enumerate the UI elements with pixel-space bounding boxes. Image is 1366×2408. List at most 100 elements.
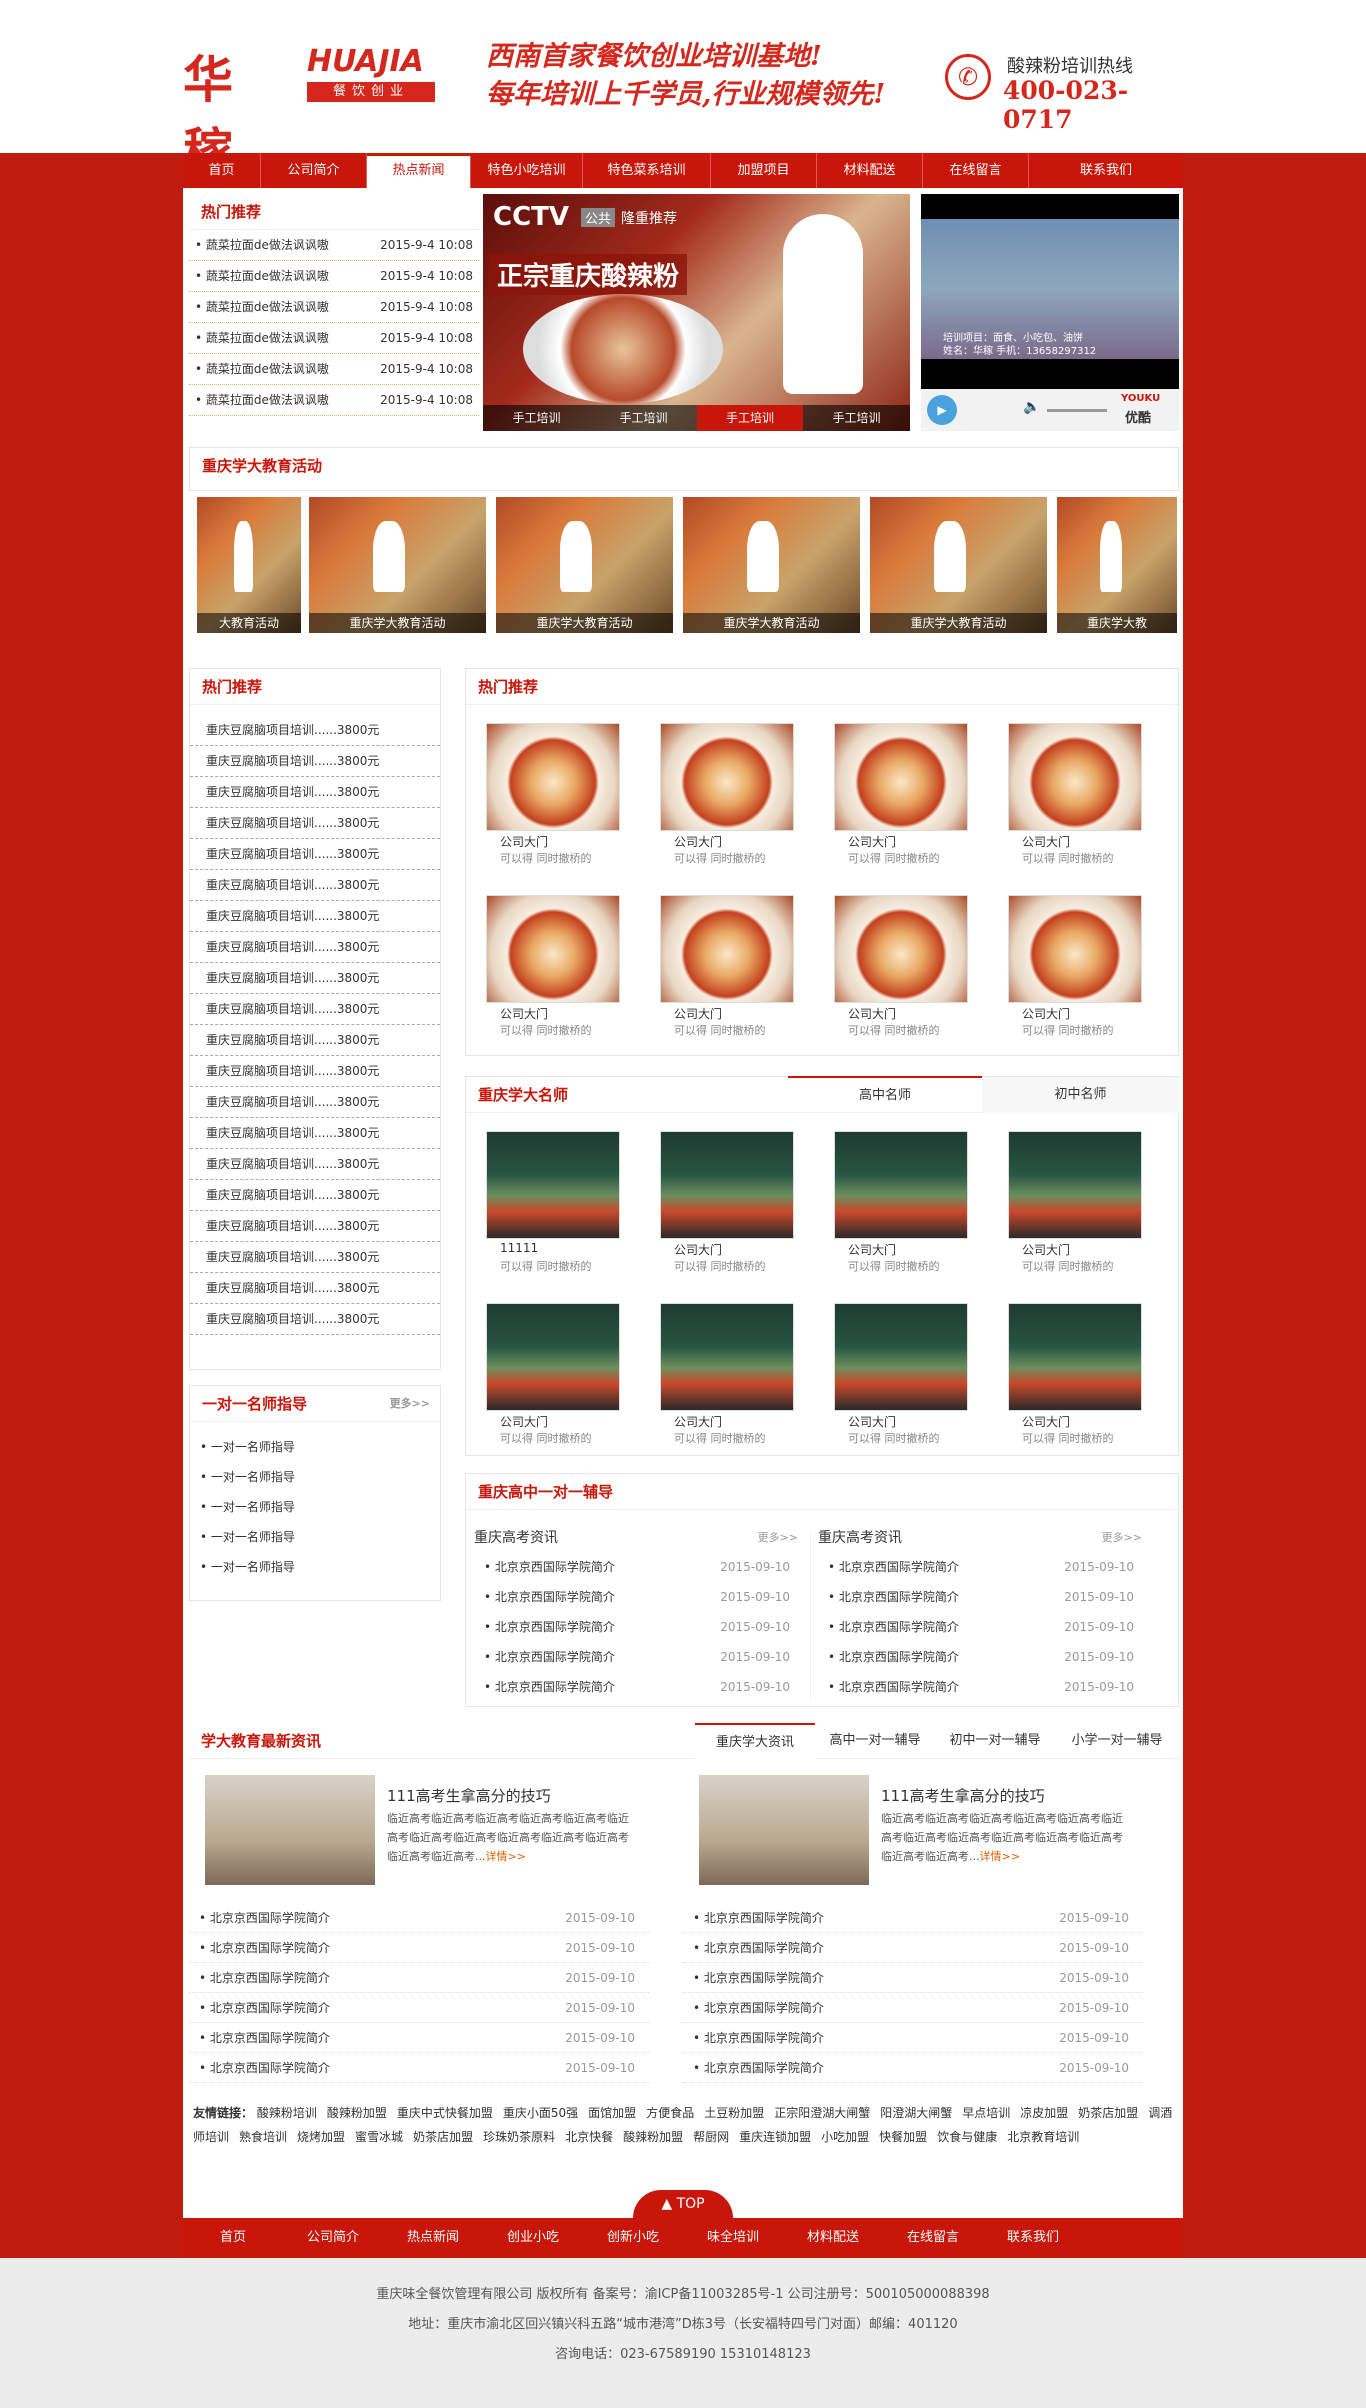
feature-article-right[interactable]: 111高考生拿高分的技巧 临近高考临近高考临近高考临近高考临近高考临近高考临近高… xyxy=(699,1775,1159,1885)
grid-card[interactable]: 公司大门 可以得 同时撤桥的 xyxy=(1008,1303,1142,1453)
grid-card[interactable]: 11111 可以得 同时撤桥的 xyxy=(486,1131,620,1281)
friend-link[interactable]: 重庆连锁加盟 xyxy=(739,2130,811,2144)
tutoring-item[interactable]: • 北京京西国际学院简介 2015-09-10 xyxy=(474,1582,804,1612)
friend-link[interactable]: 帮厨网 xyxy=(693,2130,729,2144)
mentor-item[interactable]: • 一对一名师指导 xyxy=(190,1432,440,1462)
grid-card[interactable]: 公司大门 可以得 同时撤桥的 xyxy=(486,895,620,1045)
footer-nav-item[interactable]: 创业小吃 xyxy=(483,2218,583,2258)
tutoring-item[interactable]: • 北京京西国际学院简介 2015-09-10 xyxy=(474,1642,804,1672)
latest-item[interactable]: • 北京京西国际学院简介 2015-09-10 xyxy=(683,1903,1143,1933)
news-row[interactable]: • 蔬菜拉面de做法讽讽嗷 2015-9-4 10:08 xyxy=(189,354,479,385)
friend-link[interactable]: 重庆小面50强 xyxy=(503,2106,578,2120)
friend-link[interactable]: 早点培训 xyxy=(962,2106,1010,2120)
footer-nav-item[interactable]: 热点新闻 xyxy=(383,2218,483,2258)
footer-nav-item[interactable]: 创新小吃 xyxy=(583,2218,683,2258)
nav-contact[interactable]: 联系我们 xyxy=(1029,153,1183,188)
friend-link[interactable]: 重庆中式快餐加盟 xyxy=(397,2106,493,2120)
tab-latest-1[interactable]: 重庆学大资讯 xyxy=(695,1723,815,1759)
footer-nav-item[interactable]: 首页 xyxy=(183,2218,283,2258)
nav-cuisine-training[interactable]: 特色菜系培训 xyxy=(583,153,711,188)
tab-junior-teachers[interactable]: 初中名师 xyxy=(982,1077,1179,1113)
friend-link[interactable]: 凉皮加盟 xyxy=(1020,2106,1068,2120)
grid-card[interactable]: 公司大门 可以得 同时撤桥的 xyxy=(660,1303,794,1453)
activity-photo[interactable]: 重庆学大教育活动 xyxy=(683,497,860,633)
grid-card[interactable]: 公司大门 可以得 同时撤桥的 xyxy=(660,895,794,1045)
nav-about[interactable]: 公司简介 xyxy=(261,153,367,188)
news-row[interactable]: • 蔬菜拉面de做法讽讽嗷 2015-9-4 10:08 xyxy=(189,385,479,416)
footer-nav-item[interactable]: 在线留言 xyxy=(883,2218,983,2258)
list-item[interactable]: 重庆豆腐脑项目培训......3800元 xyxy=(190,963,440,994)
friend-link[interactable]: 奶茶店加盟 xyxy=(413,2130,473,2144)
volume-icon[interactable]: 🔈 xyxy=(1023,399,1040,415)
list-item[interactable]: 重庆豆腐脑项目培训......3800元 xyxy=(190,1087,440,1118)
friend-link[interactable]: 北京快餐 xyxy=(565,2130,613,2144)
main-banner[interactable]: CCTV 公共 隆重推荐 正宗重庆酸辣粉 手工培训 手工培训 手工培训 手工培训 xyxy=(483,194,910,431)
grid-card[interactable]: 公司大门 可以得 同时撤桥的 xyxy=(834,895,968,1045)
latest-item[interactable]: • 北京京西国际学院简介 2015-09-10 xyxy=(189,1933,649,1963)
tutoring-item[interactable]: • 北京京西国际学院简介 2015-09-10 xyxy=(474,1672,804,1702)
nav-hot-news[interactable]: 热点新闻 xyxy=(367,156,471,188)
activity-photo[interactable]: 重庆学大教育活动 xyxy=(309,497,486,633)
tutoring-item[interactable]: • 北京京西国际学院简介 2015-09-10 xyxy=(474,1552,804,1582)
list-item[interactable]: 重庆豆腐脑项目培训......3800元 xyxy=(190,1273,440,1304)
tab-latest-3[interactable]: 初中一对一辅导 xyxy=(935,1723,1055,1759)
tutoring-more-link[interactable]: 更多>> xyxy=(1102,1524,1142,1552)
grid-card[interactable]: 公司大门 可以得 同时撤桥的 xyxy=(486,723,620,873)
banner-tab-1[interactable]: 手工培训 xyxy=(483,405,590,431)
nav-home[interactable]: 首页 xyxy=(183,153,261,188)
tab-latest-4[interactable]: 小学一对一辅导 xyxy=(1055,1723,1179,1759)
banner-tab-3[interactable]: 手工培训 xyxy=(697,405,803,431)
list-item[interactable]: 重庆豆腐脑项目培训......3800元 xyxy=(190,777,440,808)
list-item[interactable]: 重庆豆腐脑项目培训......3800元 xyxy=(190,808,440,839)
banner-tab-2[interactable]: 手工培训 xyxy=(590,405,697,431)
friend-link[interactable]: 饮食与健康 xyxy=(937,2130,997,2144)
grid-card[interactable]: 公司大门 可以得 同时撤桥的 xyxy=(1008,895,1142,1045)
friend-link[interactable]: 酸辣粉培训 xyxy=(257,2106,317,2120)
news-row[interactable]: • 蔬菜拉面de做法讽讽嗷 2015-9-4 10:08 xyxy=(189,323,479,354)
activity-photo[interactable]: 重庆学大教 xyxy=(1057,497,1177,633)
mentor-item[interactable]: • 一对一名师指导 xyxy=(190,1522,440,1552)
tutoring-item[interactable]: • 北京京西国际学院简介 2015-09-10 xyxy=(818,1552,1148,1582)
nav-snack-training[interactable]: 特色小吃培训 xyxy=(471,153,583,188)
tutoring-item[interactable]: • 北京京西国际学院简介 2015-09-10 xyxy=(818,1612,1148,1642)
friend-link[interactable]: 北京教育培训 xyxy=(1007,2130,1079,2144)
list-item[interactable]: 重庆豆腐脑项目培训......3800元 xyxy=(190,932,440,963)
friend-link[interactable]: 珍珠奶茶原料 xyxy=(483,2130,555,2144)
list-item[interactable]: 重庆豆腐脑项目培训......3800元 xyxy=(190,839,440,870)
activity-photo[interactable]: 重庆学大教育活动 xyxy=(496,497,673,633)
latest-item[interactable]: • 北京京西国际学院简介 2015-09-10 xyxy=(189,1963,649,1993)
tutoring-item[interactable]: • 北京京西国际学院简介 2015-09-10 xyxy=(818,1582,1148,1612)
mentor-item[interactable]: • 一对一名师指导 xyxy=(190,1552,440,1582)
tab-latest-2[interactable]: 高中一对一辅导 xyxy=(815,1723,935,1759)
list-item[interactable]: 重庆豆腐脑项目培训......3800元 xyxy=(190,1025,440,1056)
grid-card[interactable]: 公司大门 可以得 同时撤桥的 xyxy=(1008,723,1142,873)
nav-franchise[interactable]: 加盟项目 xyxy=(711,153,817,188)
list-item[interactable]: 重庆豆腐脑项目培训......3800元 xyxy=(190,1056,440,1087)
list-item[interactable]: 重庆豆腐脑项目培训......3800元 xyxy=(190,715,440,746)
list-item[interactable]: 重庆豆腐脑项目培训......3800元 xyxy=(190,994,440,1025)
list-item[interactable]: 重庆豆腐脑项目培训......3800元 xyxy=(190,1180,440,1211)
activity-photo[interactable]: 重庆学大教育活动 xyxy=(870,497,1047,633)
tutoring-item[interactable]: • 北京京西国际学院简介 2015-09-10 xyxy=(818,1672,1148,1702)
latest-item[interactable]: • 北京京西国际学院简介 2015-09-10 xyxy=(683,1933,1143,1963)
latest-item[interactable]: • 北京京西国际学院简介 2015-09-10 xyxy=(189,1993,649,2023)
mentor-more-link[interactable]: 更多>> xyxy=(390,1386,430,1422)
volume-slider[interactable] xyxy=(1047,409,1107,412)
grid-card[interactable]: 公司大门 可以得 同时撤桥的 xyxy=(660,723,794,873)
news-row[interactable]: • 蔬菜拉面de做法讽讽嗷 2015-9-4 10:08 xyxy=(189,230,479,261)
tutoring-item[interactable]: • 北京京西国际学院简介 2015-09-10 xyxy=(474,1612,804,1642)
news-row[interactable]: • 蔬菜拉面de做法讽讽嗷 2015-9-4 10:08 xyxy=(189,261,479,292)
friend-link[interactable]: 酸辣粉加盟 xyxy=(327,2106,387,2120)
latest-item[interactable]: • 北京京西国际学院简介 2015-09-10 xyxy=(683,2023,1143,2053)
list-item[interactable]: 重庆豆腐脑项目培训......3800元 xyxy=(190,1149,440,1180)
activity-photo[interactable]: 大教育活动 xyxy=(197,497,301,633)
friend-link[interactable]: 阳澄湖大闸蟹 xyxy=(880,2106,952,2120)
list-item[interactable]: 重庆豆腐脑项目培训......3800元 xyxy=(190,1242,440,1273)
friend-link[interactable]: 方便食品 xyxy=(646,2106,694,2120)
latest-item[interactable]: • 北京京西国际学院简介 2015-09-10 xyxy=(189,2023,649,2053)
tutoring-item[interactable]: • 北京京西国际学院简介 2015-09-10 xyxy=(818,1642,1148,1672)
friend-link[interactable]: 酸辣粉加盟 xyxy=(623,2130,683,2144)
grid-card[interactable]: 公司大门 可以得 同时撤桥的 xyxy=(834,1303,968,1453)
latest-item[interactable]: • 北京京西国际学院简介 2015-09-10 xyxy=(683,1993,1143,2023)
feature-article-left[interactable]: 111高考生拿高分的技巧 临近高考临近高考临近高考临近高考临近高考临近高考临近高… xyxy=(205,1775,665,1885)
